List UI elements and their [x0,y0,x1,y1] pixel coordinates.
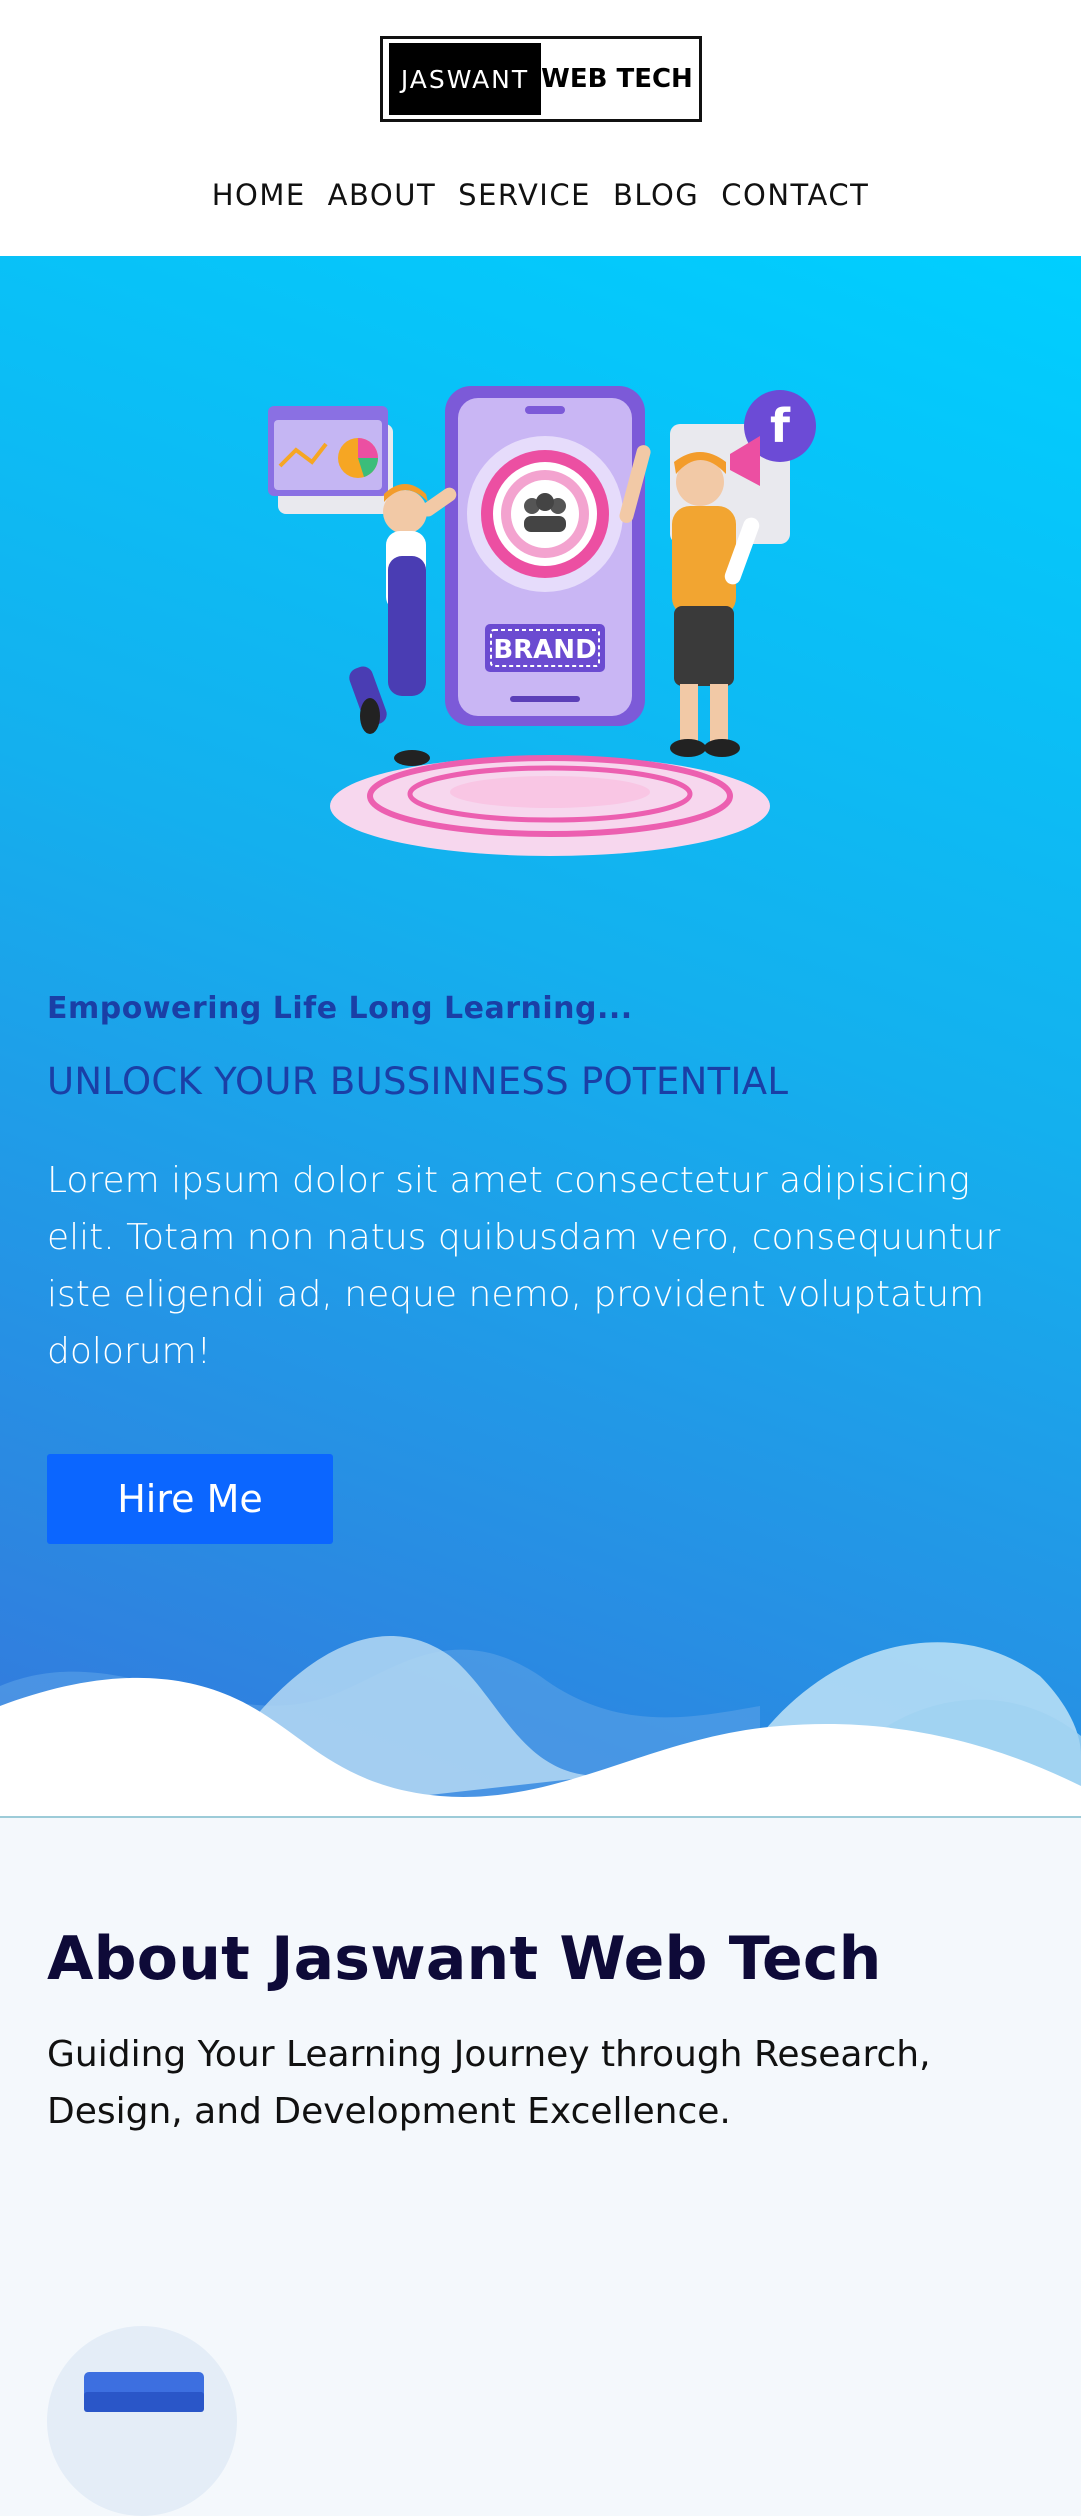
about-title: About Jaswant Web Tech [47,1924,882,1994]
nav-home[interactable]: HOME [212,178,306,212]
brand-badge: BRAND [485,624,605,672]
main-nav: HOME ABOUT SERVICE BLOG CONTACT [0,178,1081,212]
chart-card-icon [268,406,393,514]
hire-me-button[interactable]: Hire Me [47,1454,333,1544]
nav-service[interactable]: SERVICE [458,178,591,212]
section-divider [0,1816,1081,1818]
site-logo[interactable]: JASWANT WEB TECH [380,36,702,122]
hero-illustration: BRAND f [268,386,816,856]
logo-right-text: WEB TECH [541,64,693,94]
site-header: JASWANT WEB TECH HOME ABOUT SERVICE BLOG… [0,0,1081,256]
hero-section: BRAND f Empowering Life Long Learning...… [0,256,1081,1816]
nav-about[interactable]: ABOUT [328,178,437,212]
person-left-figure [349,484,457,766]
svg-text:f: f [770,399,791,453]
hero-headline: UNLOCK YOUR BUSSINNESS POTENTIAL [47,1060,789,1103]
about-feature-icon [47,2326,237,2516]
nav-blog[interactable]: BLOG [613,178,699,212]
hero-wave-decoration [0,1635,1081,1816]
hero-paragraph: Lorem ipsum dolor sit amet consectetur a… [47,1160,1001,1372]
nav-contact[interactable]: CONTACT [721,178,869,212]
logo-left-text: JASWANT [389,43,541,115]
browser-window-bar-icon [84,2392,204,2412]
hero-tagline: Empowering Life Long Learning... [47,991,633,1026]
about-subtitle: Guiding Your Learning Journey through Re… [47,2034,931,2132]
svg-text:BRAND: BRAND [493,635,596,665]
